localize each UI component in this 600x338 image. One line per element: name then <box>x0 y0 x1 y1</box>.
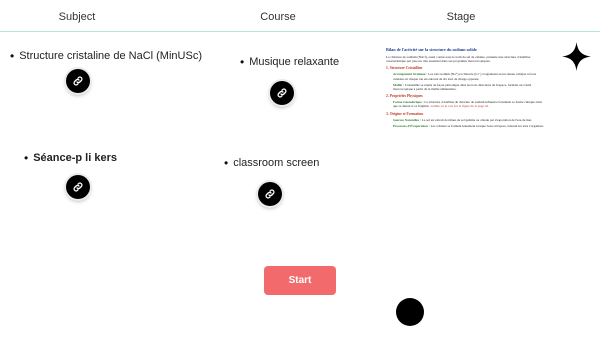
link-icon <box>265 189 275 199</box>
doc-section-list: Sources Naturelles : Le sel est extrait … <box>386 118 546 128</box>
course-item-1[interactable]: • Musique relaxante <box>240 56 339 68</box>
link-icon <box>277 88 287 98</box>
subject-item-label: Structure cristaline de NaCl (MinUSc) <box>19 50 202 62</box>
lesson-planner-page: Subject Course Stage • Structure cristal… <box>0 0 600 338</box>
doc-title: Bilan de l'activité sur la structure du … <box>386 47 477 52</box>
doc-intro: Le chlorure de sodium (NaCl), aussi conn… <box>386 55 531 64</box>
doc-list-item: Maille : L'ensemble se répète de façon p… <box>393 83 546 91</box>
doc-list-item: Arrangement Ordonné : Les ions sodium (N… <box>393 72 546 80</box>
sparkle-icon[interactable] <box>561 41 592 72</box>
stage-document-preview[interactable]: Bilan de l'activité sur la structure du … <box>386 47 546 174</box>
bullet-icon: • <box>24 151 29 165</box>
doc-section-heading: 2. Propriétés Physiques <box>386 94 423 99</box>
bullet-icon: • <box>10 49 15 63</box>
subject-column-title: Subject <box>58 11 96 23</box>
course-column-title: Course <box>260 11 296 23</box>
subject-item-2[interactable]: • Séance-p li kers <box>24 152 117 164</box>
course-item-2[interactable]: • classroom screen <box>224 157 319 169</box>
bullet-icon: • <box>224 156 229 170</box>
bullet-icon: • <box>240 55 245 69</box>
start-button[interactable]: Start <box>264 266 336 295</box>
doc-text: Les cristaux se forment lentement lorsqu… <box>430 123 544 128</box>
subject-1-link-button[interactable] <box>66 69 90 93</box>
doc-term: Sources Naturelles : <box>393 117 422 122</box>
doc-text: L'ensemble se répète de façon périodique… <box>393 82 532 92</box>
course-2-link-button[interactable] <box>258 182 282 206</box>
doc-section-list: Forme Géométrique : La structure cristal… <box>386 100 546 108</box>
subject-2-link-button[interactable] <box>66 175 90 199</box>
doc-highlight: comme on le voit sur la figure de la pag… <box>430 104 489 109</box>
doc-list-item: Forme Géométrique : La structure cristal… <box>393 100 546 108</box>
subject-item-1[interactable]: • Structure cristaline de NaCl (MinUSc) <box>10 50 202 62</box>
link-icon <box>73 182 83 192</box>
course-item-label: Musique relaxante <box>249 56 340 68</box>
doc-section-list: Arrangement Ordonné : Les ions sodium (N… <box>386 72 546 91</box>
link-icon <box>73 76 83 86</box>
doc-list-item: Processus d'Évaporation : Les cristaux s… <box>393 124 546 128</box>
doc-section-heading: 3. Origine et Formation <box>386 111 424 116</box>
course-1-link-button[interactable] <box>270 81 294 105</box>
doc-term: Processus d'Évaporation : <box>393 123 430 128</box>
avatar[interactable] <box>396 298 424 326</box>
subject-item-label: Séance-p li kers <box>33 152 117 164</box>
column-header-bar: Subject Course Stage <box>0 0 600 32</box>
course-item-label: classroom screen <box>233 157 320 169</box>
stage-column-title: Stage <box>446 11 476 23</box>
doc-list-item: Sources Naturelles : Le sel est extrait … <box>393 118 546 122</box>
doc-section-heading: 1. Structure Cristalline <box>386 66 423 71</box>
doc-text: Le sel est extrait de mines de sel gemme… <box>421 117 532 122</box>
